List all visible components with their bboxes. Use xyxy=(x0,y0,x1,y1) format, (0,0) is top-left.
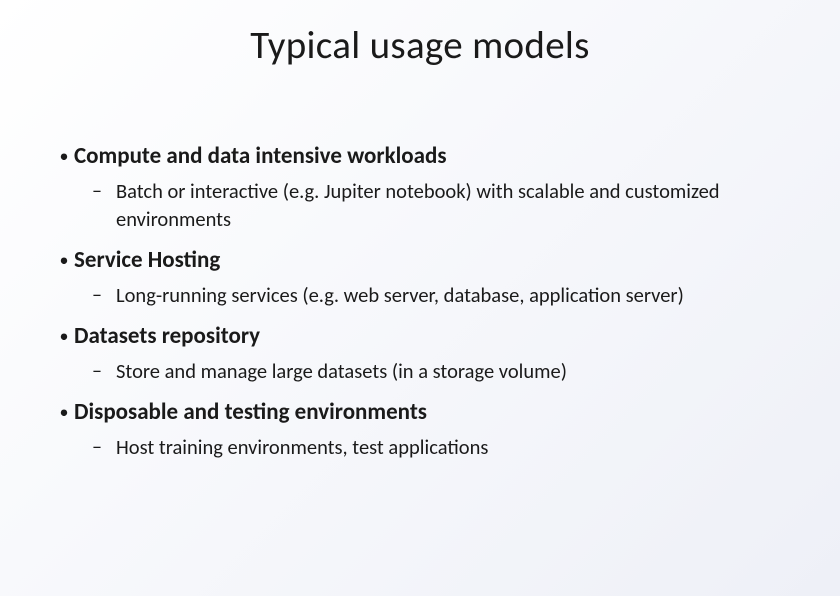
bullet-dot-icon: • xyxy=(50,397,74,427)
bullet-dash-icon: – xyxy=(92,357,116,385)
bullet-item: • Disposable and testing environments xyxy=(50,397,790,427)
bullet-subtext: Host training environments, test applica… xyxy=(116,433,493,461)
bullet-item: • Compute and data intensive workloads xyxy=(50,141,790,171)
bullet-subtext: Long-running services (e.g. web server, … xyxy=(116,281,689,309)
bullet-dash-icon: – xyxy=(92,177,116,205)
bullet-subtext: Batch or interactive (e.g. Jupiter noteb… xyxy=(116,177,790,233)
bullet-heading: Disposable and testing environments xyxy=(74,397,427,427)
bullet-heading: Compute and data intensive workloads xyxy=(74,141,447,171)
bullet-item: • Datasets repository xyxy=(50,321,790,351)
bullet-dot-icon: • xyxy=(50,141,74,171)
bullet-subitem: – Batch or interactive (e.g. Jupiter not… xyxy=(50,177,790,233)
bullet-subitem: – Long-running services (e.g. web server… xyxy=(50,281,790,309)
bullet-dot-icon: • xyxy=(50,321,74,351)
bullet-heading: Datasets repository xyxy=(74,321,260,351)
bullet-dot-icon: • xyxy=(50,245,74,275)
slide-content: • Compute and data intensive workloads –… xyxy=(50,141,790,461)
bullet-dash-icon: – xyxy=(92,433,116,461)
bullet-dash-icon: – xyxy=(92,281,116,309)
bullet-subitem: – Host training environments, test appli… xyxy=(50,433,790,461)
bullet-item: • Service Hosting xyxy=(50,245,790,275)
bullet-heading: Service Hosting xyxy=(74,245,220,275)
slide-title: Typical usage models xyxy=(50,22,790,69)
bullet-subtext: Store and manage large datasets (in a st… xyxy=(116,357,572,385)
bullet-subitem: – Store and manage large datasets (in a … xyxy=(50,357,790,385)
